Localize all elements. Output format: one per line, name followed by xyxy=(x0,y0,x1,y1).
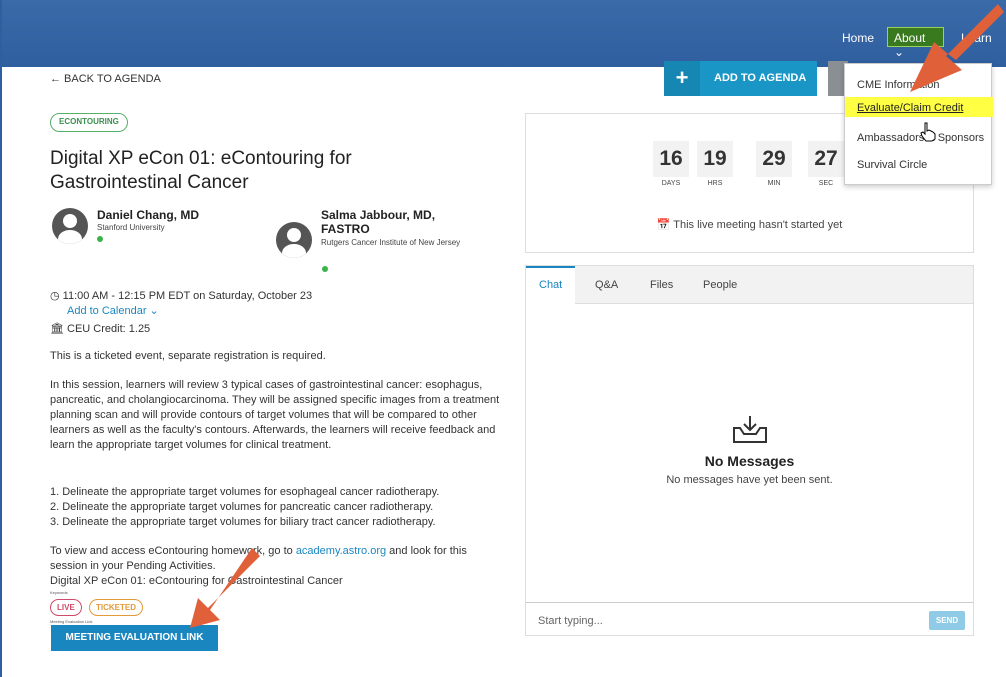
online-status-dot xyxy=(322,266,328,272)
clock-icon: ◷ xyxy=(50,290,60,302)
meeting-evaluation-label: Meeting Evaluation Link xyxy=(50,619,93,624)
chat-panel: Chat Q&A Files People No Messages No mes… xyxy=(525,265,974,636)
event-time: 11:00 AM - 12:15 PM EDT on Saturday, Oct… xyxy=(62,290,313,302)
calendar-icon: 📅 xyxy=(656,219,671,231)
ceu-info: 🏛 CEU Credit: 1.25 xyxy=(50,322,150,335)
ticketed-badge[interactable]: TICKETED xyxy=(89,599,143,616)
countdown-seconds: 27 SEC xyxy=(808,141,844,187)
chat-input[interactable]: Start typing... SEND xyxy=(526,602,973,637)
plus-icon: + xyxy=(664,61,700,96)
countdown-days: 16 DAYS xyxy=(653,141,689,187)
avatar xyxy=(52,208,88,244)
chat-tabs: Chat Q&A Files People xyxy=(526,266,973,305)
add-to-agenda-label: ADD TO AGENDA xyxy=(714,72,807,84)
no-messages-title: No Messages xyxy=(704,453,795,469)
objective-item: 3. Delineate the appropriate target volu… xyxy=(50,516,436,528)
not-started-message: 📅 This live meeting hasn't started yet xyxy=(656,219,843,231)
chat-placeholder: Start typing... xyxy=(538,615,603,627)
countdown-minutes: 29 MIN xyxy=(756,141,792,187)
online-status-dot xyxy=(97,236,103,242)
category-tag[interactable]: ECONTOURING xyxy=(50,113,128,132)
hand-cursor-icon xyxy=(920,122,936,142)
tab-people[interactable]: People xyxy=(703,279,737,291)
session-name: Digital XP eCon 01: eContouring for Gast… xyxy=(50,575,343,587)
objective-item: 1. Delineate the appropriate target volu… xyxy=(50,486,440,498)
time-info: ◷ 11:00 AM - 12:15 PM EDT on Saturday, O… xyxy=(50,289,312,302)
top-navbar: Home About ⌄ Learn xyxy=(2,0,1006,67)
annotation-arrow-icon xyxy=(190,548,260,628)
homework-text: To view and access eContouring homework,… xyxy=(50,545,467,572)
avatar xyxy=(276,222,312,258)
institution-icon: 🏛 xyxy=(50,323,64,335)
ceu-credit: CEU Credit: 1.25 xyxy=(67,323,151,335)
objective-item: 2. Delineate the appropriate target volu… xyxy=(50,501,434,513)
countdown-hours: 19 HRS xyxy=(697,141,733,187)
speaker-institution: Stanford University xyxy=(97,223,165,232)
nav-home-link[interactable]: Home xyxy=(842,31,874,45)
speaker-name[interactable]: Daniel Chang, MD xyxy=(97,208,199,222)
tab-chat[interactable]: Chat xyxy=(539,279,562,291)
send-button[interactable]: SEND xyxy=(929,611,965,630)
inbox-icon xyxy=(733,416,767,443)
speaker-name[interactable]: Salma Jabbour, MD, FASTRO xyxy=(321,208,481,236)
speaker-institution: Rutgers Cancer Institute of New Jersey xyxy=(321,238,461,247)
tab-qa[interactable]: Q&A xyxy=(595,279,618,291)
live-badge[interactable]: LIVE xyxy=(50,599,82,616)
tab-files[interactable]: Files xyxy=(650,279,673,291)
page-title: Digital XP eCon 01: eContouring for Gast… xyxy=(50,148,352,193)
add-to-calendar-link[interactable]: Add to Calendar ⌄ xyxy=(67,304,159,317)
keywords-label: Keywords xyxy=(50,590,68,595)
annotation-arrow-icon xyxy=(910,4,1004,92)
session-description: In this session, learners will review 3 … xyxy=(50,379,500,451)
ticketed-note: This is a ticketed event, separate regis… xyxy=(50,350,326,362)
back-to-agenda-link[interactable]: ← BACK TO AGENDA xyxy=(50,73,161,85)
menu-item-survival-circle[interactable]: Survival Circle xyxy=(857,159,927,171)
page: Home About ⌄ Learn ← BACK TO AGENDA + AD… xyxy=(0,0,1006,677)
academy-link[interactable]: academy.astro.org xyxy=(296,545,386,557)
add-to-agenda-button[interactable]: + ADD TO AGENDA xyxy=(664,61,817,96)
no-messages-subtitle: No messages have yet been sent. xyxy=(666,474,833,486)
